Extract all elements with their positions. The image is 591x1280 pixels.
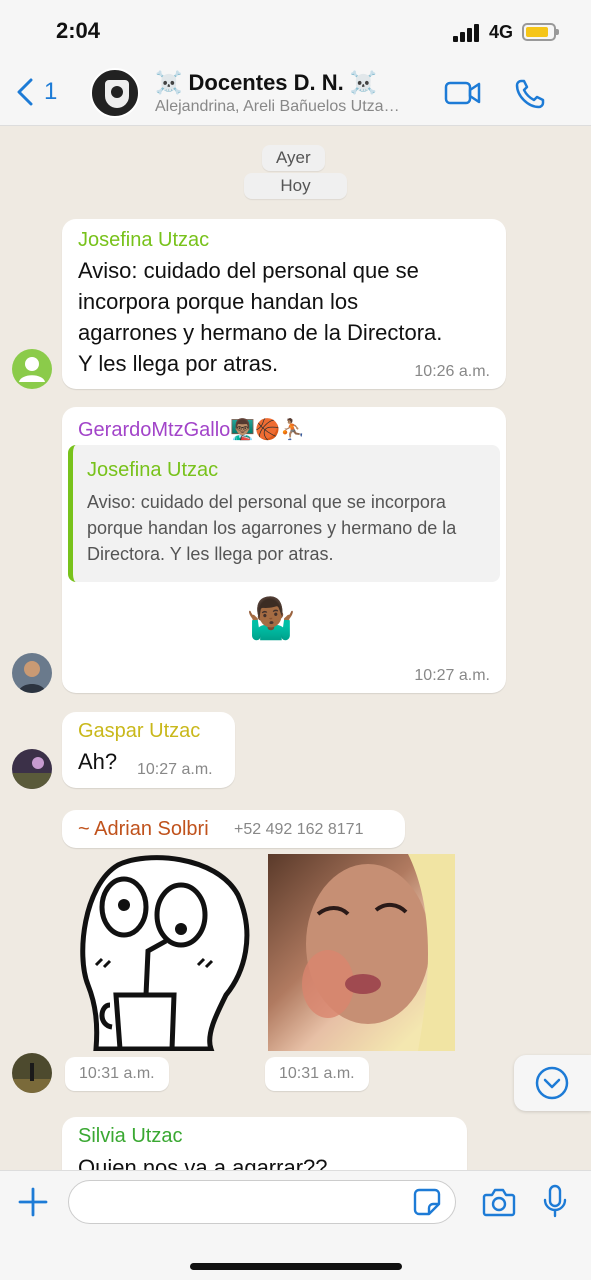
avatar[interactable] [12, 349, 52, 389]
avatar[interactable] [12, 1053, 52, 1093]
sender-name: Silvia Utzac [78, 1125, 183, 1147]
avatar[interactable] [12, 749, 52, 789]
date-pill-hoy: Hoy [244, 173, 347, 199]
sticker-icon[interactable] [413, 1188, 441, 1216]
message-time: 10:26 a.m. [414, 363, 490, 380]
sender-tag: ~ Adrian Solbri +52 492 162 8171 [62, 810, 405, 848]
message-bubble[interactable]: GerardoMtzGallo👨🏽‍🏫🏀⛹🏽 Josefina Utzac Av… [62, 407, 506, 693]
plus-icon[interactable] [18, 1187, 48, 1217]
message-bubble[interactable]: Gaspar Utzac Ah? 10:27 a.m. [62, 712, 235, 788]
sender-name: ~ Adrian Solbri [78, 818, 209, 840]
message-line: Aviso: cuidado del personal que se [78, 258, 419, 283]
shrug-emoji: 🤷🏾‍♂️ [246, 597, 296, 641]
microphone-icon[interactable] [542, 1184, 568, 1218]
composer-bar [0, 1170, 591, 1280]
scroll-down-button[interactable] [514, 1055, 591, 1111]
scroll-down-icon [535, 1066, 569, 1100]
sender-name: GerardoMtzGallo👨🏽‍🏫🏀⛹🏽 [78, 419, 305, 441]
message-time: 10:27 a.m. [137, 761, 213, 778]
phone-icon[interactable] [514, 78, 546, 110]
quote-line: porque handan los agarrones y hermano de… [87, 518, 457, 538]
message-line: Y les llega por atras. [78, 351, 279, 376]
default-user-icon [19, 357, 45, 382]
chevron-left-icon [17, 78, 33, 106]
message-list[interactable]: Ayer Hoy Josefina Utzac Aviso: cuidado d… [0, 127, 591, 1170]
sticker[interactable] [76, 855, 256, 1051]
camera-icon[interactable] [482, 1187, 516, 1217]
status-bar: 2:04 4G [0, 0, 591, 60]
image-attachment[interactable] [268, 854, 455, 1051]
message-line: agarrones y hermano de la Directora. [78, 320, 443, 345]
battery-icon [522, 23, 559, 41]
group-title[interactable]: ☠️ Docentes D. N. ☠️ [155, 70, 377, 96]
group-avatar[interactable] [90, 68, 140, 118]
network-label: 4G [489, 22, 514, 42]
back-button[interactable]: 1 [16, 78, 57, 106]
group-members[interactable]: Alejandrina, Areli Bañuelos Utza… [155, 98, 435, 116]
message-bubble[interactable]: Josefina Utzac Aviso: cuidado del person… [62, 219, 506, 389]
sticker-time: 10:31 a.m. [65, 1057, 169, 1091]
sender-phone: +52 492 162 8171 [234, 821, 364, 838]
home-indicator [190, 1263, 402, 1270]
sender-name: Gaspar Utzac [78, 720, 201, 742]
chat-header: 1 ☠️ Docentes D. N. ☠️ Alejandrina, Arel… [0, 60, 591, 126]
message-bubble[interactable]: Silvia Utzac Quien nos va a agarrar?? [62, 1117, 467, 1170]
message-line: incorpora porque handan los [78, 289, 359, 314]
image-time: 10:31 a.m. [265, 1057, 369, 1091]
quoted-message[interactable]: Josefina Utzac Aviso: cuidado del person… [68, 445, 500, 582]
sender-name: Josefina Utzac [78, 229, 210, 251]
quote-line: Aviso: cuidado del personal que se incor… [87, 492, 446, 512]
video-call-icon[interactable] [444, 78, 482, 108]
back-count: 1 [44, 78, 58, 105]
message-text: Quien nos va a agarrar?? [78, 1155, 328, 1170]
signal-icon [453, 24, 483, 42]
quote-sender: Josefina Utzac [87, 459, 219, 481]
message-text: Ah? [78, 749, 118, 774]
status-time: 2:04 [56, 18, 101, 43]
avatar[interactable] [12, 653, 52, 693]
photo-content [302, 854, 455, 1051]
message-input[interactable] [68, 1180, 456, 1224]
quote-line: Directora. Y les llega por atras. [87, 544, 334, 564]
date-pill-ayer: Ayer [262, 145, 325, 171]
message-time: 10:27 a.m. [414, 667, 490, 684]
